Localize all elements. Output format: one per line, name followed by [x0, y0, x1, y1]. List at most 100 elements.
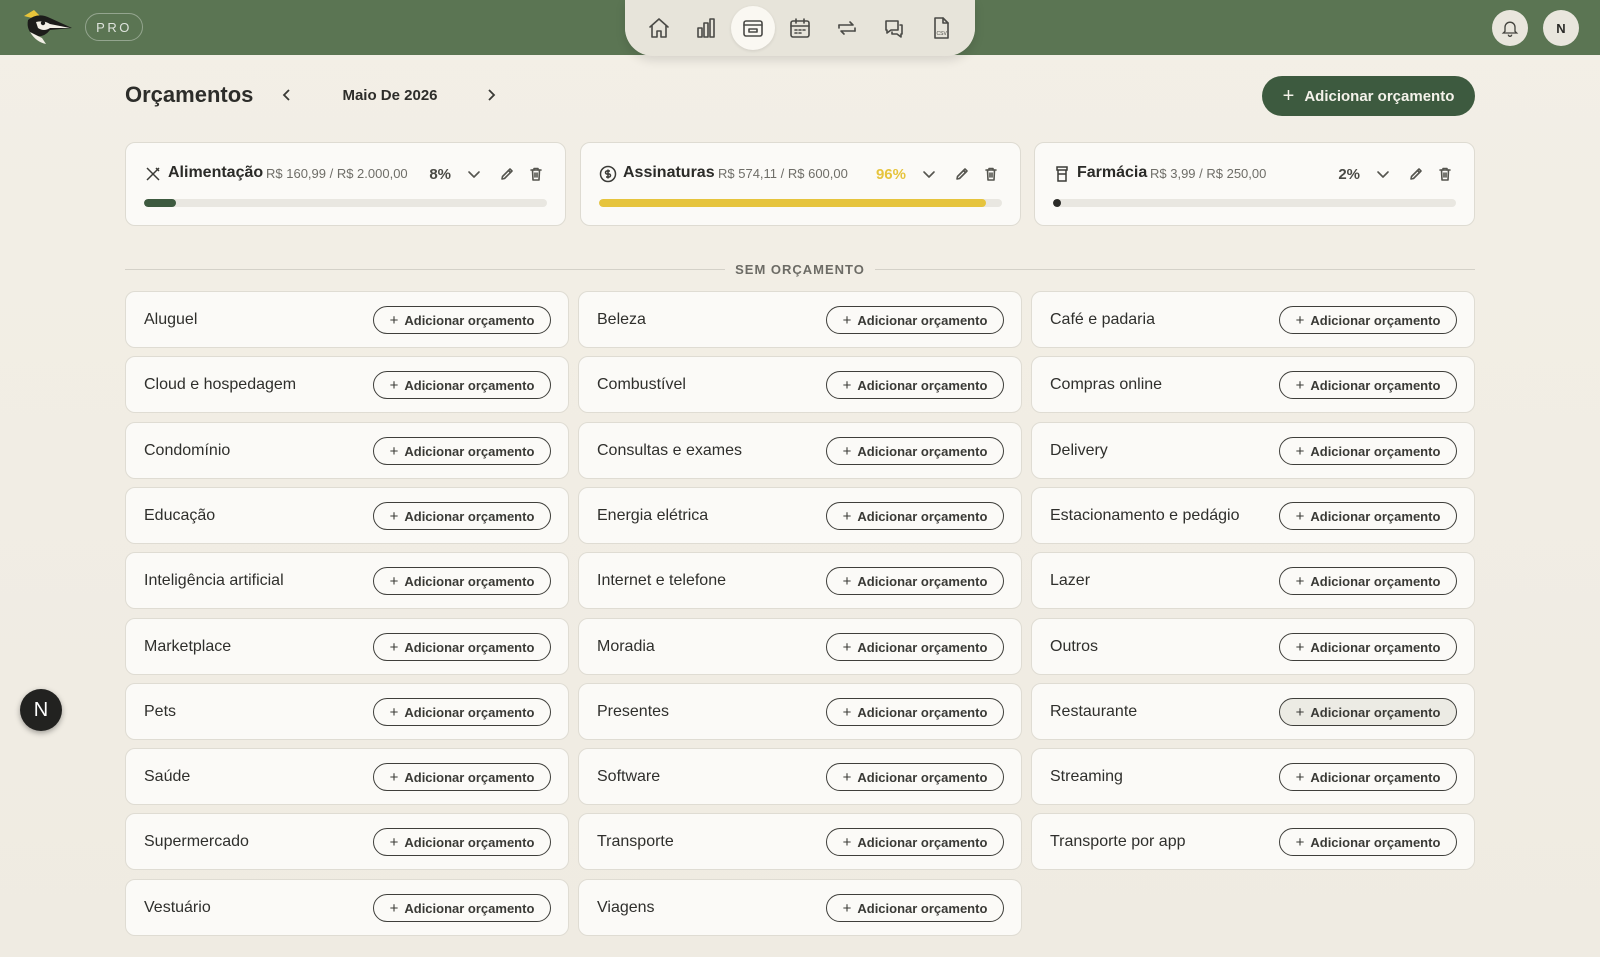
- add-category-budget-label: Adicionar orçamento: [404, 769, 535, 785]
- svg-text:CSV: CSV: [937, 31, 948, 37]
- user-avatar[interactable]: N: [1543, 10, 1579, 46]
- add-category-budget-label: Adicionar orçamento: [1310, 443, 1441, 459]
- nav-calendar-icon[interactable]: [778, 6, 822, 50]
- category-name: Restaurante: [1050, 703, 1138, 720]
- add-category-budget-label: Adicionar orçamento: [1310, 769, 1441, 785]
- plus-icon: +: [389, 768, 399, 786]
- plus-icon: +: [1295, 572, 1305, 590]
- budget-amount: R$ 574,11 / R$ 600,00: [718, 166, 848, 181]
- edit-pencil-icon[interactable]: [1405, 163, 1427, 185]
- category-card: Presentes + Adicionar orçamento: [578, 683, 1022, 740]
- add-category-budget-label: Adicionar orçamento: [404, 443, 535, 459]
- plus-icon: +: [1295, 768, 1305, 786]
- add-category-budget-button[interactable]: + Adicionar orçamento: [826, 698, 1004, 726]
- expand-chevron-down-icon[interactable]: [918, 163, 940, 185]
- plus-icon: +: [389, 703, 399, 721]
- category-card: Supermercado + Adicionar orçamento: [125, 813, 569, 870]
- plus-icon: +: [1295, 703, 1305, 721]
- add-category-budget-button[interactable]: + Adicionar orçamento: [373, 502, 551, 530]
- add-category-budget-label: Adicionar orçamento: [404, 312, 535, 328]
- category-name: Inteligência artificial: [144, 572, 284, 589]
- category-name: Cloud e hospedagem: [144, 376, 297, 393]
- nav-home-icon[interactable]: [637, 6, 681, 50]
- add-category-budget-button[interactable]: + Adicionar orçamento: [373, 763, 551, 791]
- add-category-budget-button[interactable]: + Adicionar orçamento: [1279, 567, 1457, 595]
- add-category-budget-label: Adicionar orçamento: [857, 508, 988, 524]
- category-name: Delivery: [1050, 442, 1108, 459]
- budget-card[interactable]: Alimentação R$ 160,99 / R$ 2.000,00 8%: [125, 142, 566, 226]
- add-category-budget-button[interactable]: + Adicionar orçamento: [826, 437, 1004, 465]
- add-category-budget-button[interactable]: + Adicionar orçamento: [826, 633, 1004, 661]
- expand-chevron-down-icon[interactable]: [1372, 163, 1394, 185]
- add-category-budget-button[interactable]: + Adicionar orçamento: [373, 437, 551, 465]
- plus-icon: +: [389, 899, 399, 917]
- budget-card[interactable]: Assinaturas R$ 574,11 / R$ 600,00 96%: [580, 142, 1021, 226]
- add-category-budget-button[interactable]: + Adicionar orçamento: [1279, 306, 1457, 334]
- add-budget-button[interactable]: + Adicionar orçamento: [1262, 76, 1475, 116]
- category-name: Pets: [144, 703, 177, 720]
- add-category-budget-button[interactable]: + Adicionar orçamento: [373, 371, 551, 399]
- add-category-budget-button[interactable]: + Adicionar orçamento: [826, 502, 1004, 530]
- add-category-budget-label: Adicionar orçamento: [1310, 573, 1441, 589]
- add-category-budget-button[interactable]: + Adicionar orçamento: [373, 828, 551, 856]
- add-category-budget-button[interactable]: + Adicionar orçamento: [1279, 763, 1457, 791]
- expand-chevron-down-icon[interactable]: [463, 163, 485, 185]
- floating-assistant-button[interactable]: N: [20, 689, 62, 731]
- utensils-icon: [144, 165, 162, 183]
- add-category-budget-button[interactable]: + Adicionar orçamento: [1279, 371, 1457, 399]
- current-month-label: Maio De 2026: [342, 87, 438, 104]
- add-category-budget-button[interactable]: + Adicionar orçamento: [1279, 633, 1457, 661]
- category-name: Lazer: [1050, 572, 1091, 589]
- budget-card[interactable]: Farmácia R$ 3,99 / R$ 250,00 2%: [1034, 142, 1475, 226]
- plus-icon: +: [389, 507, 399, 525]
- edit-pencil-icon[interactable]: [951, 163, 973, 185]
- add-category-budget-button[interactable]: + Adicionar orçamento: [826, 371, 1004, 399]
- category-card: Software + Adicionar orçamento: [578, 748, 1022, 805]
- add-category-budget-button[interactable]: + Adicionar orçamento: [373, 698, 551, 726]
- delete-trash-icon[interactable]: [1434, 163, 1456, 185]
- category-name: Aluguel: [144, 311, 198, 328]
- category-name: Viagens: [597, 899, 655, 916]
- add-category-budget-button[interactable]: + Adicionar orçamento: [1279, 502, 1457, 530]
- add-category-budget-button[interactable]: + Adicionar orçamento: [373, 894, 551, 922]
- add-category-budget-button[interactable]: + Adicionar orçamento: [826, 567, 1004, 595]
- nav-wallet-icon[interactable]: [730, 6, 775, 50]
- category-card: Viagens + Adicionar orçamento: [578, 879, 1022, 936]
- next-month-chevron-right-icon[interactable]: [479, 83, 503, 107]
- add-category-budget-button[interactable]: + Adicionar orçamento: [826, 763, 1004, 791]
- add-category-budget-button[interactable]: + Adicionar orçamento: [826, 828, 1004, 856]
- add-category-budget-button[interactable]: + Adicionar orçamento: [373, 633, 551, 661]
- delete-trash-icon[interactable]: [980, 163, 1002, 185]
- category-card: Transporte por app + Adicionar orçamento: [1031, 813, 1475, 870]
- woodpecker-logo-icon[interactable]: [20, 6, 76, 50]
- plus-icon: +: [842, 311, 852, 329]
- delete-trash-icon[interactable]: [525, 163, 547, 185]
- nav-csv-icon[interactable]: CSV: [919, 6, 963, 50]
- add-category-budget-label: Adicionar orçamento: [1310, 834, 1441, 850]
- add-category-budget-button[interactable]: + Adicionar orçamento: [826, 894, 1004, 922]
- add-category-budget-button[interactable]: + Adicionar orçamento: [1279, 437, 1457, 465]
- edit-pencil-icon[interactable]: [496, 163, 518, 185]
- nav-chart-icon[interactable]: [684, 6, 728, 50]
- category-card: Lazer + Adicionar orçamento: [1031, 552, 1475, 609]
- category-card: Combustível + Adicionar orçamento: [578, 356, 1022, 413]
- category-card: Marketplace + Adicionar orçamento: [125, 618, 569, 675]
- category-name: Moradia: [597, 638, 655, 655]
- add-category-budget-button[interactable]: + Adicionar orçamento: [1279, 828, 1457, 856]
- add-category-budget-label: Adicionar orçamento: [404, 573, 535, 589]
- nav-chat-icon[interactable]: [872, 6, 916, 50]
- add-category-budget-label: Adicionar orçamento: [1310, 639, 1441, 655]
- add-category-budget-button[interactable]: + Adicionar orçamento: [373, 306, 551, 334]
- category-card: Condomínio + Adicionar orçamento: [125, 422, 569, 479]
- category-card: Vestuário + Adicionar orçamento: [125, 879, 569, 936]
- plus-icon: +: [1295, 311, 1305, 329]
- nav-transfer-icon[interactable]: [825, 6, 869, 50]
- category-name: Estacionamento e pedágio: [1050, 507, 1240, 524]
- notifications-bell-icon[interactable]: [1492, 10, 1528, 46]
- main-nav: CSV: [625, 0, 975, 56]
- add-category-budget-button[interactable]: + Adicionar orçamento: [826, 306, 1004, 334]
- add-category-budget-button[interactable]: + Adicionar orçamento: [1279, 698, 1457, 726]
- budget-name: Alimentação: [168, 164, 264, 181]
- previous-month-chevron-left-icon[interactable]: [275, 83, 299, 107]
- add-category-budget-button[interactable]: + Adicionar orçamento: [373, 567, 551, 595]
